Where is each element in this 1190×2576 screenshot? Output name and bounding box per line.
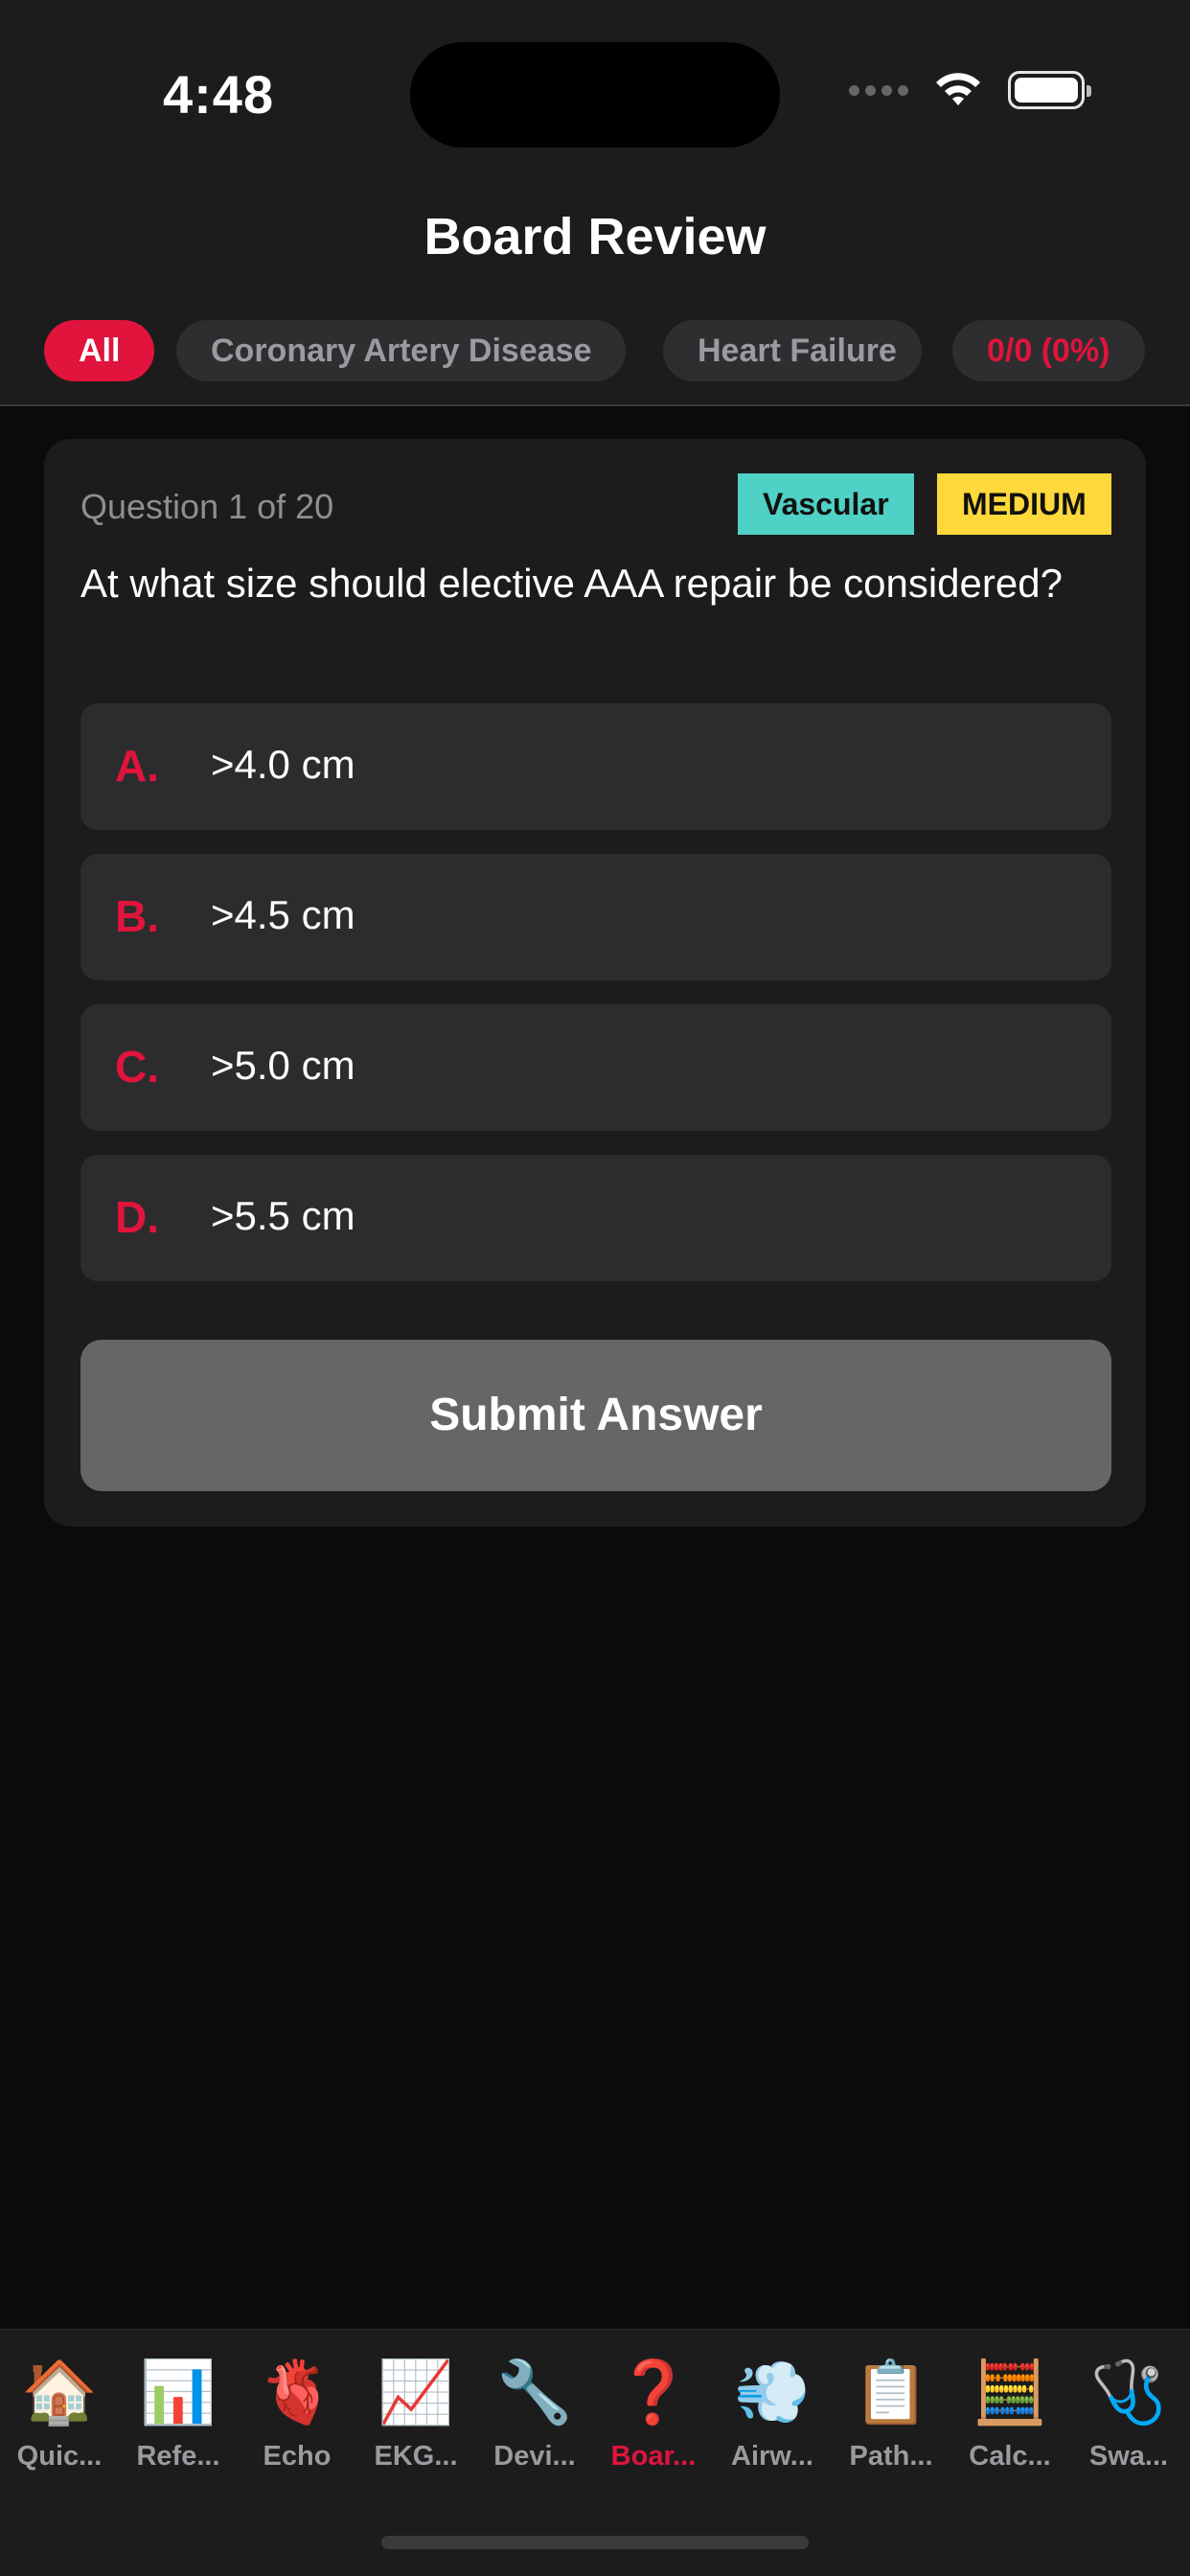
tab-label: Refe... [136, 2441, 220, 2472]
option-letter: D. [115, 1192, 159, 1242]
tab-swan[interactable]: 🩺 Swa... [1069, 2351, 1188, 2472]
question-mark-icon: ❓ [615, 2358, 692, 2426]
chip-heart-failure[interactable]: Heart Failure [663, 320, 922, 381]
tab-pathways[interactable]: 📋 Path... [832, 2351, 950, 2472]
page-title: Board Review [423, 208, 767, 265]
stethoscope-icon: 🩺 [1090, 2358, 1167, 2426]
status-time: 4:48 [163, 64, 275, 125]
tab-reference[interactable]: 📊 Refe... [119, 2351, 238, 2472]
answer-option-d[interactable]: D. >5.5 cm [80, 1155, 1111, 1281]
category-tag: Vascular [738, 473, 914, 535]
question-text: At what size should elective AAA repair … [80, 561, 1063, 606]
answer-option-c[interactable]: C. >5.0 cm [80, 1004, 1111, 1131]
tab-label: Path... [849, 2441, 933, 2472]
wifi-icon [936, 73, 980, 105]
clipboard-icon: 📋 [853, 2358, 929, 2426]
board-review-screen: 4:48 Board Review All Coronary Artery Di… [0, 0, 1190, 2576]
option-letter: C. [115, 1042, 159, 1092]
battery-icon [1008, 71, 1091, 109]
heart-icon: 🫀 [259, 2358, 335, 2426]
tab-label: Airw... [731, 2441, 813, 2472]
option-text: >4.5 cm [211, 892, 355, 937]
home-indicator[interactable] [381, 2536, 809, 2549]
cellular-signal-icon [849, 84, 908, 96]
top-bar: 4:48 Board Review [0, 0, 1190, 293]
tab-label: Boar... [610, 2441, 697, 2472]
status-icons [849, 71, 1091, 109]
submit-answer-button[interactable]: Submit Answer [80, 1340, 1111, 1491]
dynamic-island [410, 42, 780, 148]
wind-icon: 💨 [734, 2358, 811, 2426]
tab-board-review[interactable]: ❓ Boar... [594, 2351, 713, 2472]
abacus-icon: 🧮 [972, 2358, 1048, 2426]
line-chart-icon: 📈 [378, 2358, 454, 2426]
difficulty-tag: MEDIUM [937, 473, 1111, 535]
tab-label: Quic... [16, 2441, 103, 2472]
score-badge: 0/0 (0%) [952, 320, 1145, 381]
option-text: >5.0 cm [211, 1043, 355, 1088]
option-letter: B. [115, 891, 159, 941]
tab-label: Calc... [969, 2441, 1051, 2472]
bar-chart-icon: 📊 [140, 2358, 217, 2426]
question-card: Question 1 of 20 Vascular MEDIUM At what… [44, 439, 1146, 1527]
wrench-icon: 🔧 [496, 2358, 573, 2426]
question-counter: Question 1 of 20 [80, 487, 334, 526]
tab-quick[interactable]: 🏠 Quic... [0, 2351, 119, 2472]
chip-all[interactable]: All [44, 320, 155, 381]
tab-echo[interactable]: 🫀 Echo [238, 2351, 356, 2472]
answer-option-a[interactable]: A. >4.0 cm [80, 703, 1111, 830]
answer-option-b[interactable]: B. >4.5 cm [80, 854, 1111, 980]
chip-coronary-artery-disease[interactable]: Coronary Artery Disease [176, 320, 627, 381]
house-icon: 🏠 [21, 2358, 98, 2426]
tab-label: Swa... [1088, 2441, 1169, 2472]
tab-label: Echo [263, 2441, 332, 2472]
option-text: >5.5 cm [211, 1193, 355, 1238]
tab-calculators[interactable]: 🧮 Calc... [950, 2351, 1069, 2472]
option-text: >4.0 cm [211, 742, 355, 787]
tab-ekg[interactable]: 📈 EKG... [356, 2351, 475, 2472]
tab-devices[interactable]: 🔧 Devi... [475, 2351, 594, 2472]
tab-label: EKG... [374, 2441, 458, 2472]
tab-label: Devi... [493, 2441, 576, 2472]
filter-chip-bar[interactable]: All Coronary Artery Disease Heart Failur… [0, 293, 1190, 406]
option-letter: A. [115, 741, 159, 791]
tab-airway[interactable]: 💨 Airw... [713, 2351, 832, 2472]
